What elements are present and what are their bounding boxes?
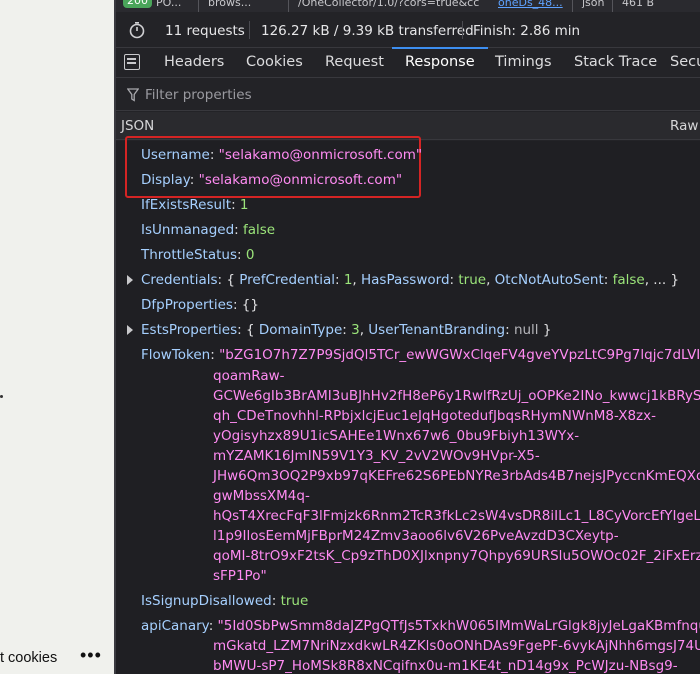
json-label: JSON: [121, 118, 155, 134]
json-row-credentials[interactable]: Credentials: { PrefCredential: 1, HasPas…: [141, 271, 679, 289]
cookies-text[interactable]: t cookies: [0, 650, 57, 666]
flowtoken-line: l1p9IlosEemMjFBprM24Zmv3aoo6lv6V26PveAvz…: [213, 528, 619, 544]
json-key: Credentials: [141, 272, 218, 288]
json-key: PrefCredential: [239, 272, 335, 288]
json-row-estsproperties[interactable]: EstsProperties: { DomainType: 3, UserTen…: [141, 321, 551, 339]
json-value: 0: [245, 247, 255, 263]
divider: [612, 0, 613, 12]
tab-response[interactable]: Response: [392, 47, 488, 78]
filter-funnel-icon: [127, 88, 139, 102]
json-row-ifexistsresult[interactable]: IfExistsResult: 1: [141, 196, 249, 214]
json-tree: Username: "selakamo@onmicrosoft.com" Dis…: [116, 136, 700, 674]
flowtoken-line: gwMbssXM4q-: [213, 488, 310, 504]
tab-headers[interactable]: Headers: [164, 48, 224, 78]
tab-security[interactable]: Secu: [670, 48, 700, 78]
tab-stack-trace[interactable]: Stack Trace: [574, 48, 657, 78]
json-value: "selakamo@onmicrosoft.com": [218, 147, 423, 163]
json-key: OtcNotAutoSent: [494, 272, 604, 288]
divider: [288, 0, 289, 12]
transferred-size: 126.27 kB / 9.39 kB transferred: [261, 23, 474, 39]
json-row-isunmanaged[interactable]: IsUnmanaged: false: [141, 221, 275, 239]
apicanary-line: bMWU-sP7_HoMSk8R8xNCqifnx0u-m1KE4t_nD14g…: [213, 658, 678, 674]
requests-count: 11 requests: [165, 23, 245, 39]
json-value: false: [612, 272, 645, 288]
stopwatch-icon: [129, 21, 145, 39]
json-key: FlowToken: [141, 347, 211, 363]
flowtoken-line: qoMI-8trO9xF2tsK_Cp9zThD0XJlxnpny7Qhpy69…: [213, 548, 700, 564]
filter-bar[interactable]: Filter properties: [116, 79, 700, 111]
json-key: IsSignupDisallowed: [141, 593, 272, 609]
tab-timings[interactable]: Timings: [495, 48, 552, 78]
json-row-username[interactable]: Username: "selakamo@onmicrosoft.com": [141, 146, 422, 164]
json-value: "bZG1O7h7Z7P9SjdQl5TCr_ewWGWxClqeFV4gveY…: [219, 347, 700, 363]
flowtoken-line: hQsT4XrecFqF3lFmjzk6Rnm2TcR3fkLc2sW4vsDR…: [213, 508, 700, 524]
json-value: {}: [241, 297, 259, 313]
expand-arrow-icon[interactable]: [127, 275, 133, 285]
more-options-button[interactable]: •••: [80, 645, 102, 666]
network-summary-bar: 11 requests 126.27 kB / 9.39 kB transfer…: [116, 12, 700, 48]
webpage-background: t cookies •••: [0, 0, 114, 674]
json-value: "5Id0SbPwSmm8daJZPgQTfJs5TxkhW065IMmWaLr…: [217, 618, 700, 634]
flowtoken-line: qoamRaw-: [213, 368, 285, 384]
json-value: true: [280, 593, 309, 609]
flowtoken-line: mYZAMK16JmIN59V1Y3_KV_2vV2WOv9HVpr-X5-: [213, 448, 540, 464]
divider: [198, 0, 199, 12]
request-browser: brows...: [208, 0, 252, 9]
json-value: null: [513, 322, 539, 338]
expand-arrow-icon[interactable]: [127, 325, 133, 335]
json-key: HasPassword: [361, 272, 450, 288]
json-row-throttlestatus[interactable]: ThrottleStatus: 0: [141, 246, 254, 264]
json-key: Username: [141, 147, 210, 163]
divider: [249, 21, 250, 39]
tab-request[interactable]: Request: [325, 48, 384, 78]
json-key: IfExistsResult: [141, 197, 232, 213]
json-key: Display: [141, 172, 190, 188]
flowtoken-line: sFP1Po": [213, 568, 267, 584]
apicanary-line: mGkatd_LZM7NriNzxdkwLR4ZKls0oONhDAs9FgeP…: [213, 638, 700, 654]
filter-properties-input[interactable]: Filter properties: [145, 87, 252, 103]
flowtoken-line: qh_CDeTnovhhl-RPbjxlcjEuc1eJqHgotedufJbq…: [213, 408, 657, 424]
detail-tabs: Headers Cookies Request Response Timings…: [116, 47, 700, 78]
tab-cookies[interactable]: Cookies: [246, 48, 303, 78]
request-row[interactable]: 200 PO... brows... /OneCollector/1.0/?co…: [116, 0, 700, 12]
json-row-display[interactable]: Display: "selakamo@onmicrosoft.com": [141, 171, 402, 189]
flowtoken-line: yOgisyhzx89U1icSAHEe1Wnx67w6_0bu9Fbiyh13…: [213, 428, 580, 444]
raw-toggle[interactable]: Raw: [670, 118, 698, 134]
finish-time: Finish: 2.86 min: [473, 23, 581, 39]
json-value: 3: [351, 322, 360, 338]
json-key: UserTenantBranding: [368, 322, 506, 338]
devtools-panel: 200 PO... brows... /OneCollector/1.0/?co…: [116, 0, 700, 674]
divider: [462, 21, 463, 39]
json-key: EstsProperties: [141, 322, 238, 338]
toggle-sidebar-icon[interactable]: [124, 54, 140, 70]
request-type: json: [582, 0, 605, 9]
json-ellipsis: ... }: [653, 272, 680, 288]
json-key: ThrottleStatus: [141, 247, 237, 263]
json-key: DomainType: [258, 322, 343, 338]
flowtoken-line: JHw6Qm3OQ2P9xb97qKEFre62S6PEbNYRe3rbAds4…: [213, 468, 700, 484]
json-row-dfpproperties[interactable]: DfpProperties: {}: [141, 296, 259, 314]
request-path: /OneCollector/1.0/?cors=true&cc: [298, 0, 480, 9]
status-badge: 200: [123, 0, 152, 8]
json-value: false: [243, 222, 276, 238]
json-row-flowtoken[interactable]: FlowToken: "bZG1O7h7Z7P9SjdQl5TCr_ewWGWx…: [141, 346, 700, 364]
request-initiator-link[interactable]: oneDs_48...: [498, 0, 563, 10]
json-row-issignupdisallowed[interactable]: IsSignupDisallowed: true: [141, 592, 308, 610]
flowtoken-line: GCWe6gIb3BrAMI3uBJhHv2fH8eP6y1RwlfRzUj_o…: [213, 388, 700, 404]
request-size: 461 B: [622, 0, 655, 9]
json-key: IsUnmanaged: [141, 222, 235, 238]
json-key: apiCanary: [141, 618, 209, 634]
json-value: true: [458, 272, 487, 288]
divider: [572, 0, 573, 12]
json-row-apicanary[interactable]: apiCanary: "5Id0SbPwSmm8daJZPgQTfJs5Txkh…: [141, 617, 700, 635]
page-dot: [0, 395, 3, 398]
request-method: PO...: [156, 0, 182, 9]
json-value: "selakamo@onmicrosoft.com": [198, 172, 403, 188]
json-value: 1: [239, 197, 249, 213]
json-key: DfpProperties: [141, 297, 233, 313]
